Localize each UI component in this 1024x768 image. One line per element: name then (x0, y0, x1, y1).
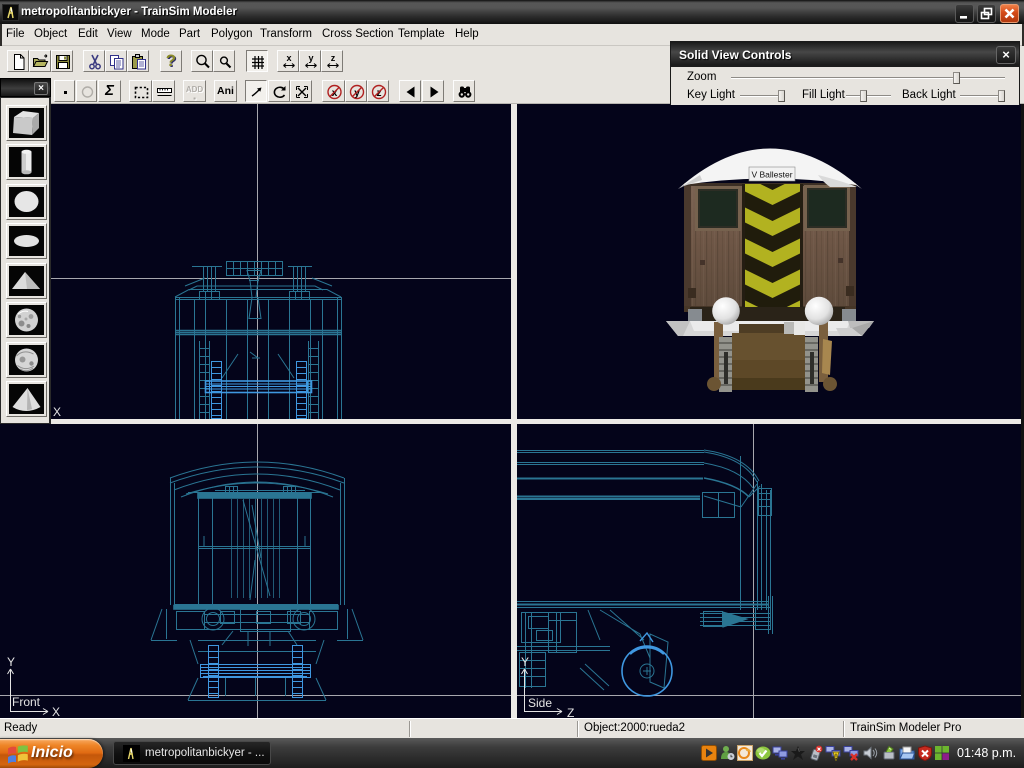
svg-text:x: x (286, 53, 291, 63)
svg-text:Front: Front (12, 695, 41, 709)
svg-text:Z: Z (567, 706, 574, 718)
svg-text:X: X (52, 705, 60, 718)
svg-text:V Ballester: V Ballester (751, 170, 792, 180)
svg-text:y: y (308, 53, 313, 63)
svg-text:z: z (331, 53, 336, 63)
svg-text:Side: Side (528, 696, 552, 710)
svg-text:X: X (53, 405, 61, 419)
svg-text:Y: Y (521, 655, 529, 669)
svg-text:Y: Y (7, 655, 15, 669)
